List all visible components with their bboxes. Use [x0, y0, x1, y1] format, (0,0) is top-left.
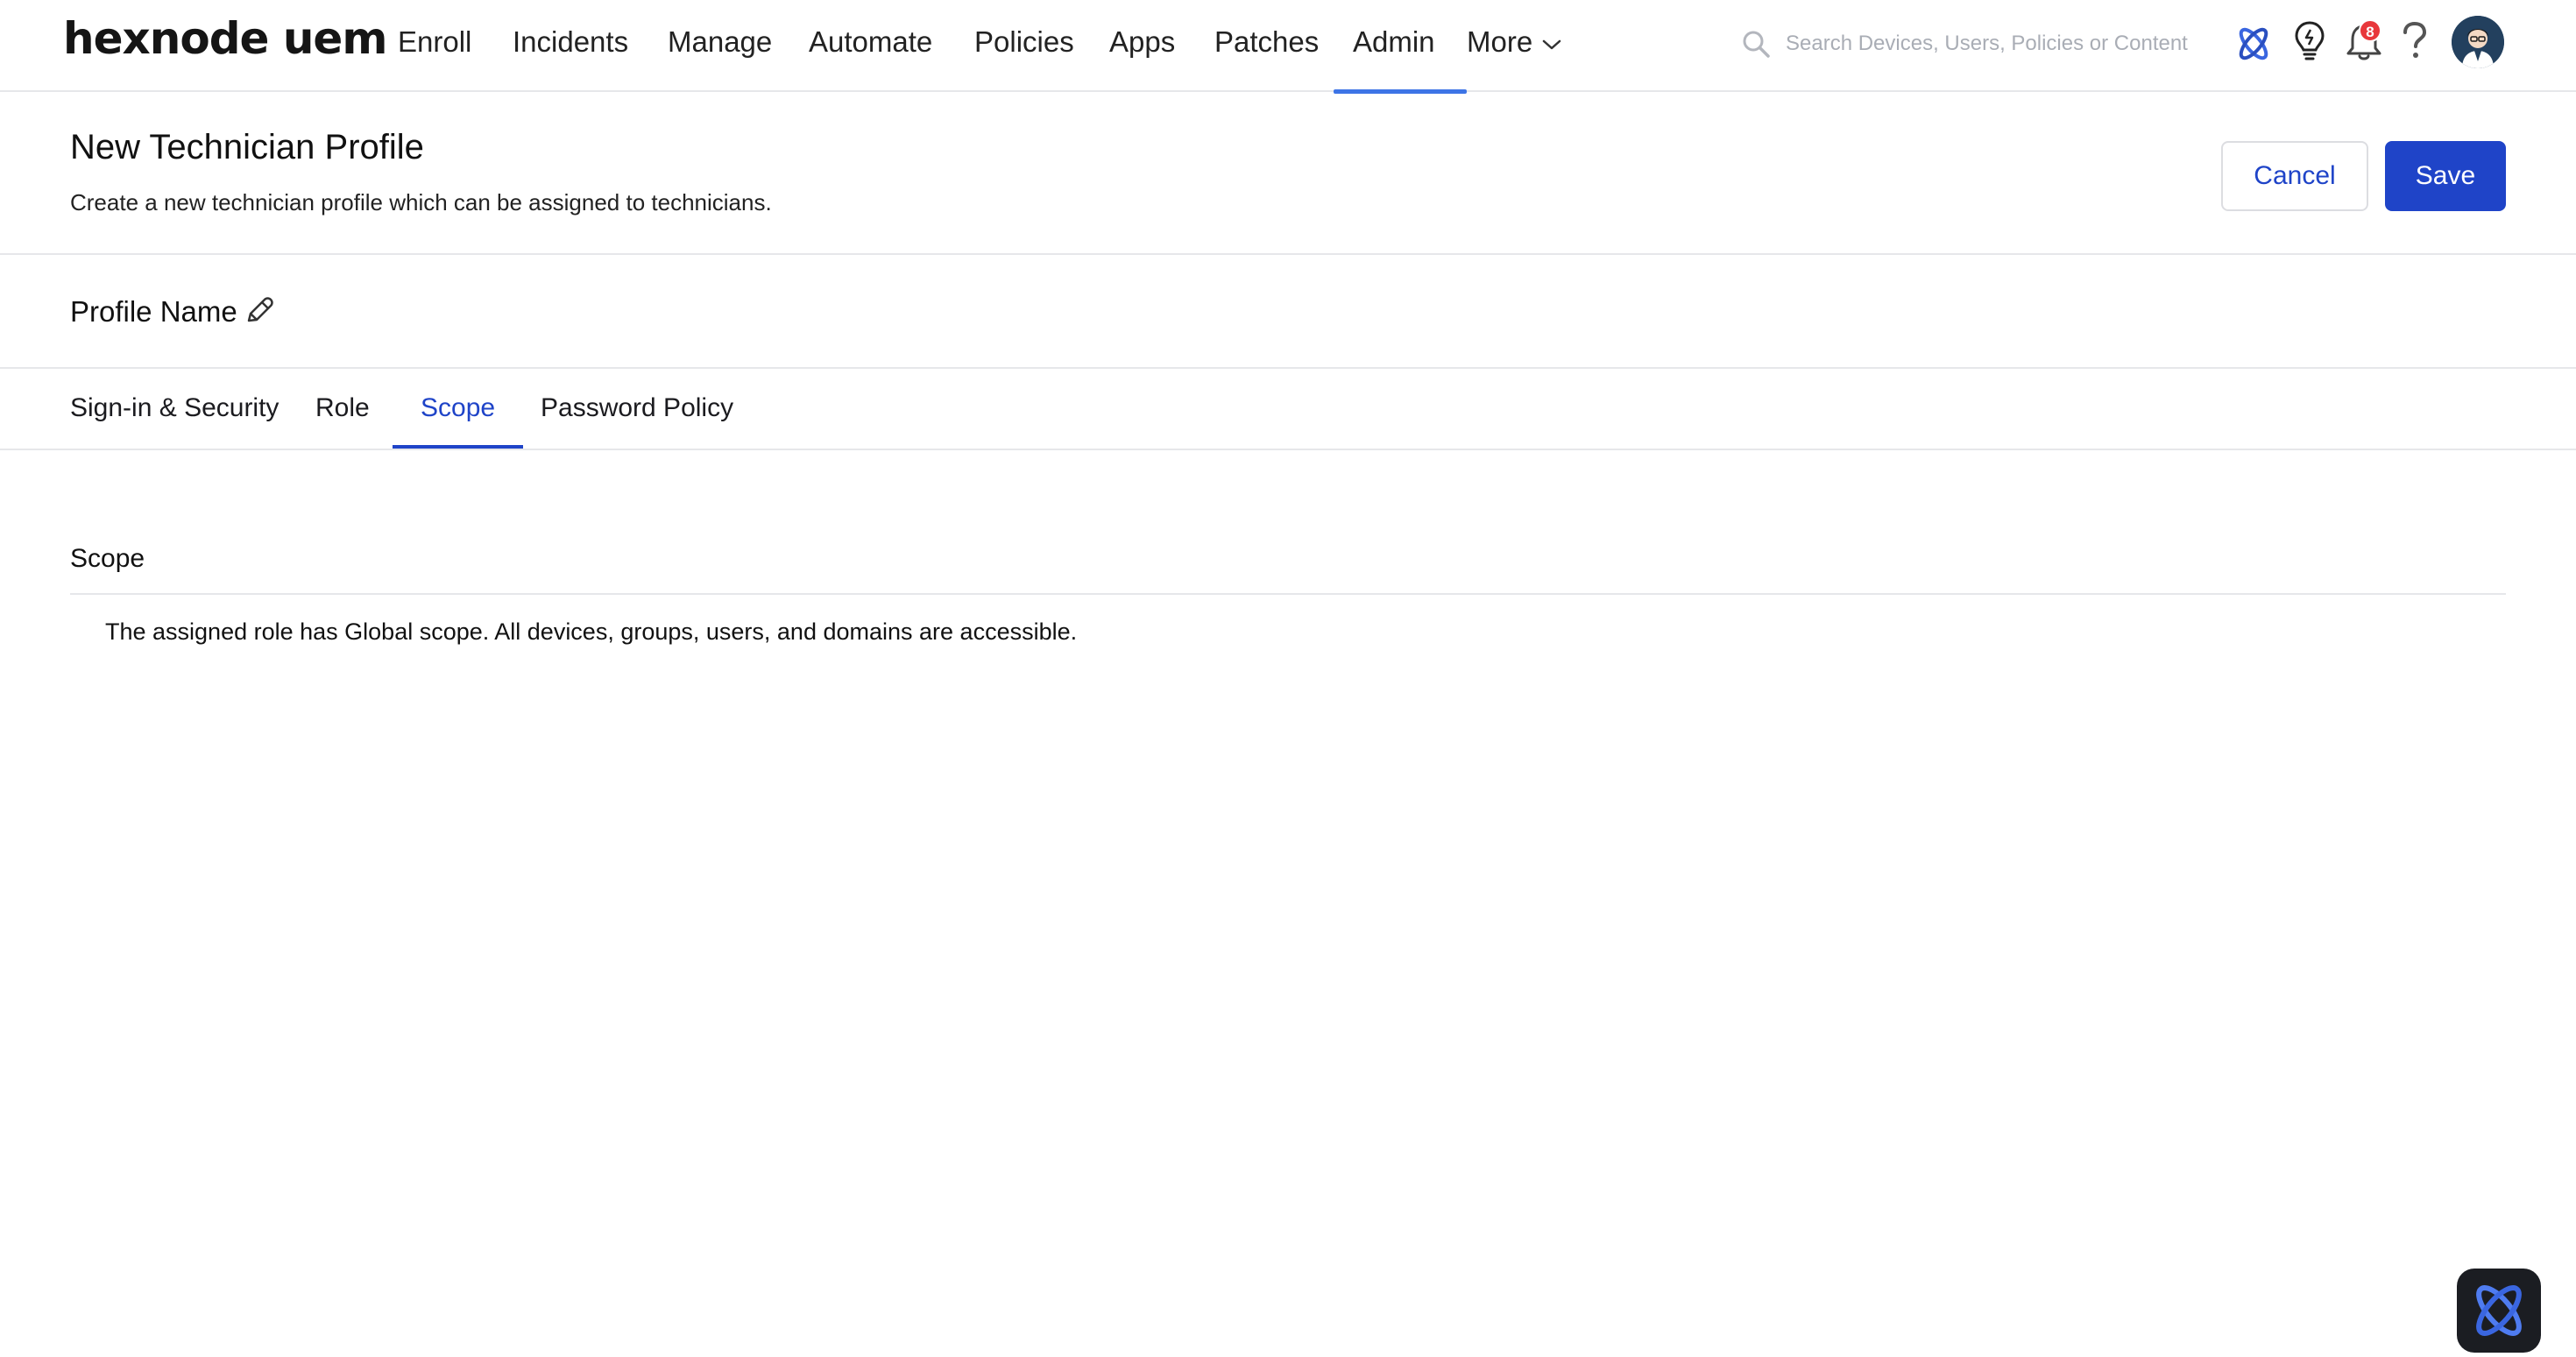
nav-enroll[interactable]: Enroll — [398, 0, 471, 92]
assistant-launcher-button[interactable] — [2457, 1269, 2541, 1353]
top-navigation-bar: hexnode uem Enroll Incidents Manage Auto… — [0, 0, 2576, 94]
user-avatar-icon — [2452, 16, 2504, 68]
tab-role[interactable]: Role — [315, 368, 370, 449]
page-title: New Technician Profile — [70, 128, 424, 166]
nav-admin[interactable]: Admin — [1334, 0, 1466, 94]
lightbulb-icon[interactable] — [2292, 19, 2327, 61]
nav-manage[interactable]: Manage — [668, 0, 772, 92]
pencil-icon[interactable] — [244, 294, 275, 326]
hexnode-logo[interactable]: hexnode uem — [63, 11, 387, 67]
nav-more[interactable]: More — [1467, 0, 1532, 92]
hexnode-assistant-icon — [2476, 1285, 2522, 1336]
user-avatar[interactable] — [2452, 16, 2504, 68]
tabs-divider — [0, 449, 2576, 450]
save-button[interactable]: Save — [2385, 141, 2506, 211]
nav-automate[interactable]: Automate — [809, 0, 932, 92]
help-icon[interactable] — [2401, 21, 2429, 61]
search-icon — [1743, 31, 1770, 58]
notification-count-badge: 8 — [2359, 19, 2381, 42]
nav-apps[interactable]: Apps — [1109, 0, 1175, 92]
header-divider — [0, 253, 2576, 255]
global-search-input[interactable] — [1786, 25, 2189, 63]
scope-section-divider — [70, 593, 2506, 595]
tab-sign-in-security[interactable]: Sign-in & Security — [70, 368, 279, 449]
tab-password-policy[interactable]: Password Policy — [541, 368, 733, 449]
profile-divider — [0, 367, 2576, 369]
nav-patches[interactable]: Patches — [1214, 0, 1319, 92]
nav-incidents[interactable]: Incidents — [513, 0, 628, 92]
profile-name-label[interactable]: Profile Name — [70, 293, 237, 331]
nav-policies[interactable]: Policies — [974, 0, 1074, 92]
page-subtitle: Create a new technician profile which ca… — [70, 189, 772, 216]
cancel-button[interactable]: Cancel — [2221, 141, 2368, 211]
tab-scope[interactable]: Scope — [392, 368, 524, 449]
scope-section-title: Scope — [70, 544, 145, 573]
hexnode-assistant-icon[interactable] — [2233, 23, 2275, 65]
chevron-down-icon[interactable] — [1542, 39, 1561, 51]
scope-description: The assigned role has Global scope. All … — [105, 618, 1078, 645]
